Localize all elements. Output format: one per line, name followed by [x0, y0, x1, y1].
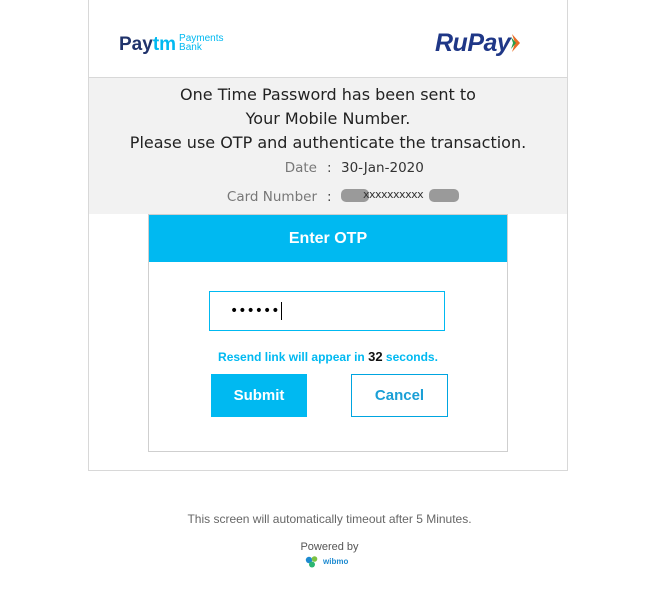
date-separator: :	[327, 160, 332, 176]
resend-prefix: Resend link will appear in	[218, 350, 365, 364]
paytm-logo-tm: tm	[152, 34, 177, 55]
message-line-1: One Time Password has been sent to	[180, 85, 476, 104]
card-number-redaction	[429, 189, 459, 202]
wibmo-logo-text: wibmo	[323, 557, 349, 566]
date-label: Date	[284, 160, 317, 176]
otp-form: Enter OTP •••••• Resend link will appear…	[148, 214, 508, 452]
payment-frame: Paytm Payments Bank RuPay One Time Passw…	[88, 0, 568, 471]
message-line-3: Please use OTP and authenticate the tran…	[129, 133, 527, 152]
text-caret	[280, 302, 282, 320]
wibmo-logo-icon	[305, 556, 318, 568]
otp-sent-message: One Time Password has been sent to Your …	[89, 83, 567, 155]
rupay-arrow-icon	[511, 34, 521, 52]
message-line-2: Your Mobile Number.	[245, 109, 411, 128]
cancel-button[interactable]: Cancel	[351, 374, 448, 417]
header: Paytm Payments Bank RuPay	[89, 0, 567, 78]
card-number-value: xxxxxxxxxx	[341, 188, 461, 205]
paytm-logo-bank: Bank	[179, 42, 202, 53]
paytm-logo-pay: Pay	[119, 34, 153, 55]
card-number-label: Card Number	[226, 189, 317, 205]
wibmo-logo: wibmo	[305, 555, 348, 568]
resend-countdown: 32	[368, 349, 383, 364]
timeout-notice: This screen will automatically timeout a…	[187, 512, 472, 526]
powered-by-label: Powered by	[300, 541, 359, 553]
card-number-separator: :	[327, 189, 332, 205]
resend-timer: Resend link will appear in 32 seconds.	[149, 349, 507, 364]
submit-button[interactable]: Submit	[211, 374, 307, 417]
otp-input-value: ••••••	[230, 303, 280, 319]
otp-form-title: Enter OTP	[149, 215, 507, 262]
otp-info-panel: One Time Password has been sent to Your …	[89, 78, 567, 214]
otp-input[interactable]: ••••••	[209, 291, 445, 331]
rupay-logo: RuPay	[435, 29, 521, 57]
rupay-logo-text: RuPay	[435, 29, 511, 57]
paytm-payments-bank-logo: Paytm Payments Bank	[119, 33, 224, 55]
resend-suffix: seconds.	[385, 350, 438, 364]
date-value: 30-Jan-2020	[341, 160, 424, 176]
